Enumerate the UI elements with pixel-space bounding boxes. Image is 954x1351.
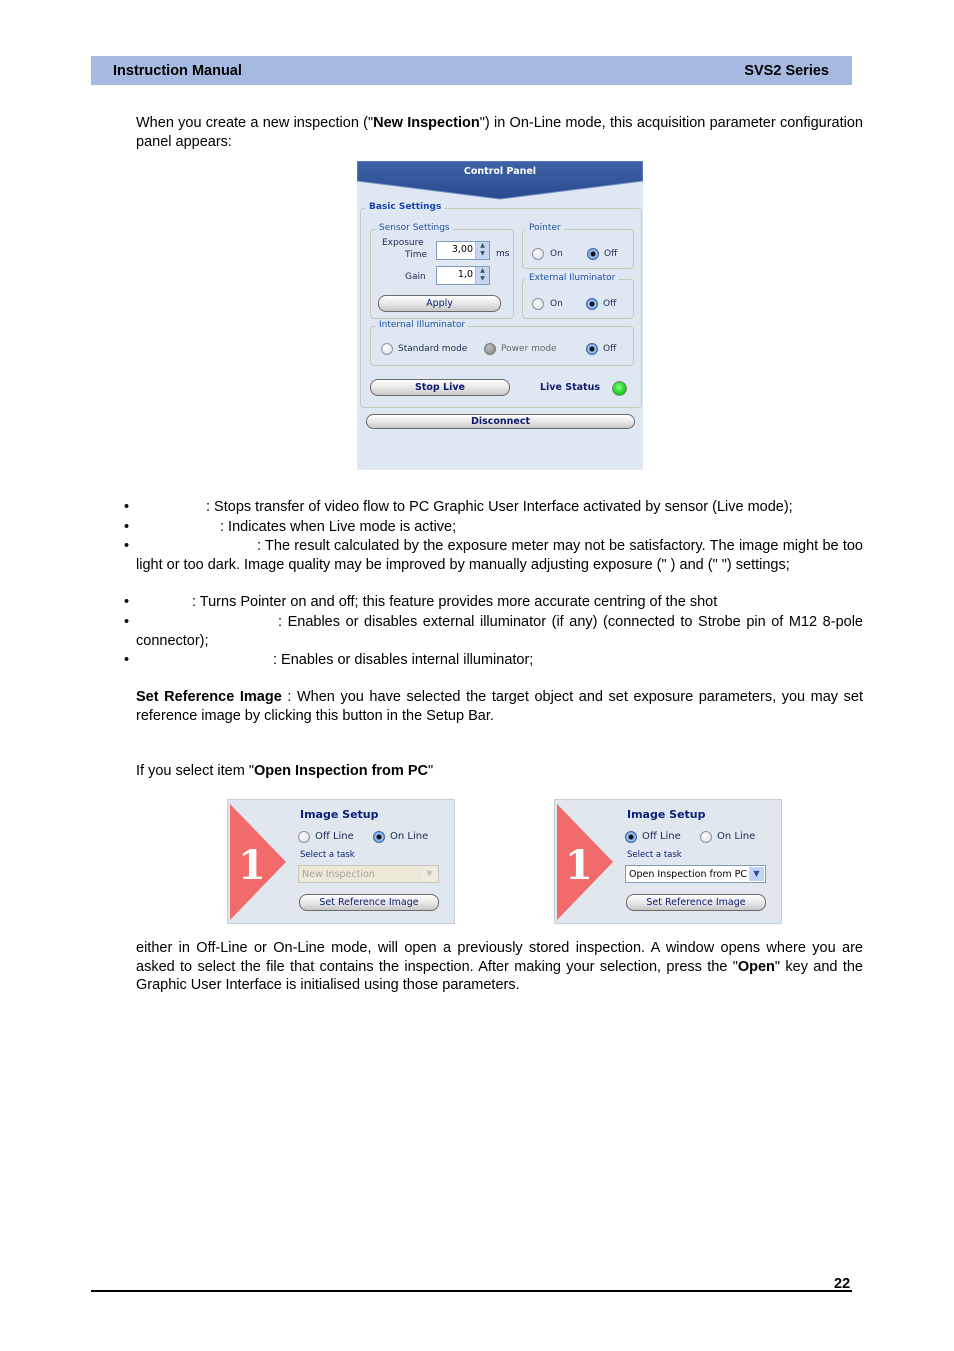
- disconnect-button[interactable]: Disconnect: [366, 414, 635, 429]
- header-manual-title: Instruction Manual: [113, 63, 242, 79]
- set-reference-term: Set Reference Image: [136, 689, 282, 705]
- stop-live-button[interactable]: Stop Live: [370, 379, 510, 396]
- live-status-indicator-icon: [612, 381, 627, 396]
- online-label: On Line: [717, 831, 756, 842]
- step-number: 1: [238, 842, 266, 889]
- chevron-down-icon[interactable]: ▼: [422, 867, 437, 881]
- offline-label: Off Line: [642, 831, 681, 842]
- control-panel: Control Panel Basic Settings Sensor Sett…: [357, 161, 643, 470]
- external-off-radio[interactable]: [586, 298, 598, 310]
- set-reference-image-button[interactable]: Set Reference Image: [626, 894, 766, 911]
- offline-radio[interactable]: [298, 831, 310, 843]
- closing-paragraph: either in Off-Line or On-Line mode, will…: [136, 940, 863, 993]
- open-pc-paragraph: If you select item "Open Inspection from…: [136, 763, 434, 779]
- external-on-radio[interactable]: [532, 298, 544, 310]
- image-setup-title: Image Setup: [300, 808, 379, 821]
- new-inspection-term: New Inspection: [373, 115, 480, 131]
- standard-mode-label: Standard mode: [398, 344, 468, 354]
- pointer-off-label: Off: [604, 249, 618, 259]
- online-radio[interactable]: [373, 831, 385, 843]
- page-header: Instruction Manual SVS2 Series: [91, 56, 852, 85]
- live-status-label: Live Status: [540, 382, 601, 393]
- select-task-label: Select a task: [300, 850, 355, 860]
- standard-mode-radio[interactable]: [381, 343, 393, 355]
- bullet-external-text: : Enables or disables external illuminat…: [136, 614, 863, 649]
- online-label: On Line: [390, 831, 429, 842]
- power-mode-radio[interactable]: [484, 343, 496, 355]
- open-key-term: Open: [737, 958, 775, 975]
- online-radio[interactable]: [700, 831, 712, 843]
- step-number: 1: [565, 842, 593, 889]
- exposure-value: 3,00: [451, 244, 473, 255]
- chevron-down-icon[interactable]: ▼: [749, 867, 764, 881]
- open-inspection-term: Open Inspection from PC: [253, 763, 428, 779]
- time-label: Time: [405, 250, 428, 260]
- image-setup-panel-offline: 1 Image Setup Off Line On Line Select a …: [554, 799, 782, 924]
- task-select[interactable]: Open Inspection from PC ▼: [625, 865, 766, 883]
- offline-radio[interactable]: [625, 831, 637, 843]
- internal-off-radio[interactable]: [586, 343, 598, 355]
- intro-paragraph: When you create a new inspection ("New I…: [136, 115, 863, 150]
- set-reference-paragraph: Set Reference Image : When you have sele…: [136, 689, 863, 724]
- image-setup-title: Image Setup: [627, 808, 706, 821]
- pointer-legend: Pointer: [526, 223, 564, 233]
- exposure-unit: ms: [496, 249, 510, 259]
- external-illuminator-legend: External Iluminator: [526, 273, 619, 283]
- apply-button[interactable]: Apply: [378, 295, 501, 312]
- basic-settings-legend: Basic Settings: [366, 202, 445, 212]
- footer-divider: [91, 1290, 852, 1292]
- exposure-time-spinner[interactable]: 3,00 ▲ ▼: [436, 241, 490, 260]
- offline-label: Off Line: [315, 831, 354, 842]
- pointer-off-radio[interactable]: [587, 248, 599, 260]
- task-select-value: New Inspection: [302, 869, 375, 880]
- spinner-arrows-icon[interactable]: ▲ ▼: [475, 267, 489, 284]
- pointer-on-radio[interactable]: [532, 248, 544, 260]
- spinner-arrows-icon[interactable]: ▲ ▼: [475, 242, 489, 259]
- task-select[interactable]: New Inspection ▼: [298, 865, 439, 883]
- set-reference-image-button[interactable]: Set Reference Image: [299, 894, 439, 911]
- external-on-label: On: [550, 299, 563, 309]
- header-series: SVS2 Series: [744, 63, 829, 79]
- internal-off-label: Off: [603, 344, 617, 354]
- gain-label: Gain: [405, 272, 426, 282]
- gain-spinner[interactable]: 1,0 ▲ ▼: [436, 266, 490, 285]
- power-mode-label: Power mode: [501, 344, 557, 354]
- sensor-settings-legend: Sensor Settings: [376, 223, 453, 233]
- exposure-label: Exposure: [382, 238, 424, 248]
- task-select-value: Open Inspection from PC: [629, 869, 747, 880]
- external-off-label: Off: [603, 299, 617, 309]
- select-task-label: Select a task: [627, 850, 682, 860]
- internal-illuminator-legend: Internal Illuminator: [376, 320, 469, 330]
- pointer-on-label: On: [550, 249, 563, 259]
- bullet-exposure-text: : The result calculated by the exposure …: [136, 538, 863, 573]
- control-panel-title: Control Panel: [463, 166, 537, 177]
- gain-value: 1,0: [457, 269, 473, 280]
- image-setup-panel-online: 1 Image Setup Off Line On Line Select a …: [227, 799, 455, 924]
